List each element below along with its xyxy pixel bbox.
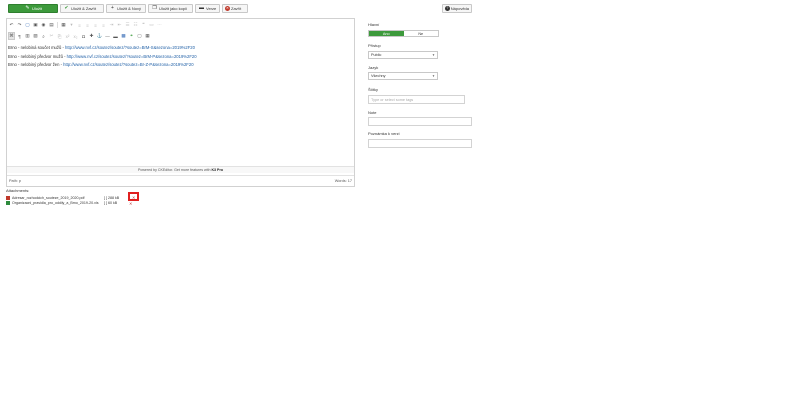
anchor-icon[interactable]: ⚓ bbox=[96, 32, 103, 40]
superscript-icon[interactable]: x² bbox=[64, 32, 71, 40]
attachment-link[interactable]: Organizacni_pravidla_pro_oddily_a_Brno_2… bbox=[12, 201, 104, 205]
status-yes-option[interactable]: Ano bbox=[369, 31, 404, 36]
toolbar-separator bbox=[57, 22, 58, 28]
content-link[interactable]: http://www.nvf.cz/soutez/soutez/?soutez=… bbox=[67, 54, 197, 59]
powered-by-bar: Powered by CKEditor. Get more features w… bbox=[7, 166, 354, 173]
undo-icon[interactable]: ↶ bbox=[8, 21, 15, 29]
main-toolbar: ✎ Uložit ✔ Uložit & Zavřít + Uložit & No… bbox=[6, 4, 472, 13]
save-close-button[interactable]: ✔ Uložit & Zavřít bbox=[60, 4, 104, 13]
list-icon[interactable]: ☰ bbox=[124, 21, 131, 29]
editor-content[interactable]: Brno - nelobiná součet mužů - http://www… bbox=[8, 44, 348, 70]
indent-icon[interactable]: ⇥ bbox=[108, 21, 115, 29]
div-icon[interactable]: ▭ bbox=[148, 21, 155, 29]
save-copy-button[interactable]: ❐ Uložit jako kopii bbox=[148, 4, 193, 13]
help-icon: ? bbox=[445, 5, 450, 11]
copy-icon: ❐ bbox=[152, 5, 157, 11]
justify-icon[interactable]: ≡ bbox=[100, 21, 107, 29]
xls-file-icon bbox=[6, 200, 10, 205]
close-button[interactable]: ✕ Zavřít bbox=[222, 4, 248, 13]
dropdown-icon[interactable]: ▾ bbox=[68, 21, 75, 29]
access-label: Přístup bbox=[368, 43, 381, 48]
status-label: Hlavní bbox=[368, 22, 380, 27]
more-icon[interactable]: ⋯ bbox=[156, 21, 163, 29]
align-left-icon[interactable]: ≡ bbox=[76, 21, 83, 29]
preview-icon[interactable]: ◉ bbox=[40, 21, 47, 29]
iframe-icon[interactable]: ▢ bbox=[136, 32, 143, 40]
save-new-button[interactable]: + Uložit & Nový bbox=[106, 4, 146, 13]
outdent-icon[interactable]: ⇤ bbox=[116, 21, 123, 29]
delete-attachment-button[interactable]: ✕ bbox=[128, 192, 139, 201]
delete-attachment-icon[interactable]: ✕ bbox=[129, 201, 132, 206]
tags-input[interactable]: Type or select some tags bbox=[368, 95, 465, 104]
numbered-list-icon[interactable]: ☷ bbox=[132, 21, 139, 29]
content-link[interactable]: http://www.nvf.cz/soutez/soutez/?soutez=… bbox=[65, 45, 195, 50]
language-label: Jazyk bbox=[368, 65, 379, 70]
find-icon[interactable]: ⌕ bbox=[40, 32, 47, 40]
content-line: Brno - nelobiný předvor mužů - http://ww… bbox=[8, 53, 197, 59]
flash-icon[interactable]: ▬ bbox=[112, 32, 119, 40]
save-icon: ✎ bbox=[25, 5, 30, 11]
rich-text-editor: ↶ ↷ ▢ ▣ ◉ ▤ ▦ ▾ ≡ ≡ ≡ ≡ ⇥ ⇤ ☰ ☷ ❝ ▭ ⋯ ⌘ … bbox=[6, 18, 355, 187]
tags-label: Štítky bbox=[368, 87, 379, 92]
link-icon[interactable]: ⚭ bbox=[128, 32, 135, 40]
editor-toolbar-row-1: ↶ ↷ ▢ ▣ ◉ ▤ ▦ ▾ ≡ ≡ ≡ ≡ ⇥ ⇤ ☰ ☷ ❝ ▭ ⋯ bbox=[8, 20, 163, 30]
versions-button[interactable]: ▬ Verze bbox=[195, 4, 220, 13]
word-count: Words: 17 bbox=[334, 179, 352, 183]
access-select[interactable]: Public ▼ bbox=[368, 51, 438, 59]
align-center-icon[interactable]: ≡ bbox=[84, 21, 91, 29]
note-input[interactable] bbox=[368, 117, 472, 126]
source-icon[interactable]: ⌘ bbox=[8, 32, 15, 40]
picture-icon[interactable]: ▩ bbox=[120, 32, 127, 40]
attachment-size: [ ] 60 kB bbox=[104, 200, 118, 205]
archive-icon: ▬ bbox=[199, 5, 204, 11]
check-icon: ✔ bbox=[64, 5, 69, 11]
note-label: Note bbox=[368, 110, 377, 115]
version-note-label: Poznámka k verzi bbox=[368, 131, 400, 136]
paragraph-icon[interactable]: ¶ bbox=[16, 32, 23, 40]
content-link[interactable]: http://www.nvf.cz/soutez/soutez/?soutez=… bbox=[63, 62, 193, 67]
blockquote-icon[interactable]: ❝ bbox=[140, 21, 147, 29]
chevron-down-icon: ▼ bbox=[432, 74, 435, 78]
status-no-option[interactable]: Ne bbox=[403, 31, 438, 36]
version-note-input[interactable] bbox=[368, 139, 472, 148]
paste-text-icon[interactable]: ▥ bbox=[24, 32, 31, 40]
special-char-icon[interactable]: Ω bbox=[80, 32, 87, 40]
content-line: Brno - nelobiná součet mužů - http://www… bbox=[8, 45, 195, 50]
paste-word-icon[interactable]: ▨ bbox=[32, 32, 39, 40]
align-right-icon[interactable]: ≡ bbox=[92, 21, 99, 29]
cut-icon[interactable]: ✂ bbox=[48, 32, 55, 40]
print-icon[interactable]: ▣ bbox=[32, 21, 39, 29]
close-icon: ✕ bbox=[225, 5, 230, 11]
attachment-size: [ ] 288 kB bbox=[104, 195, 120, 200]
image-icon[interactable]: ▤ bbox=[48, 21, 55, 29]
insert-icon[interactable]: ✚ bbox=[88, 32, 95, 40]
language-select[interactable]: Všechny ▼ bbox=[368, 72, 438, 80]
plus-icon: + bbox=[111, 5, 114, 11]
table-icon[interactable]: ▦ bbox=[60, 21, 67, 29]
delete-icon: ✕ bbox=[132, 195, 136, 200]
path-indicator: Path: p bbox=[9, 179, 22, 183]
subscript-icon[interactable]: x₂ bbox=[72, 32, 79, 40]
copy-format-icon[interactable]: ⎘ bbox=[56, 32, 63, 40]
editor-statusbar: Path: p Words: 17 bbox=[7, 175, 354, 186]
editor-toolbar-row-2: ⌘ ¶ ▥ ▨ ⌕ ✂ ⎘ x² x₂ Ω ✚ ⚓ ― ▬ ▩ ⚭ ▢ ▦ bbox=[8, 31, 151, 41]
maximize-icon[interactable]: ▢ bbox=[24, 21, 31, 29]
attachment-item: Organizacni_pravidla_pro_oddily_a_Brno_2… bbox=[6, 200, 124, 205]
horizontal-line-icon[interactable]: ― bbox=[104, 32, 111, 40]
redo-icon[interactable]: ↷ bbox=[16, 21, 23, 29]
content-line: Brno - nelobiný předvor žen - http://www… bbox=[8, 62, 194, 67]
powered-brand[interactable]: K3 Pro bbox=[211, 168, 223, 172]
save-button[interactable]: ✎ Uložit bbox=[8, 4, 58, 13]
chevron-down-icon: ▼ bbox=[432, 53, 435, 57]
attachment-link[interactable]: Adresar_rozhodcich_souteze_2019_2020.pdf bbox=[12, 196, 104, 200]
attachments-title: Attachments: bbox=[6, 188, 30, 193]
table-insert-icon[interactable]: ▦ bbox=[144, 32, 151, 40]
help-button[interactable]: ? Nápověda bbox=[442, 4, 472, 13]
status-toggle: Ano Ne bbox=[368, 30, 439, 37]
pdf-file-icon bbox=[6, 195, 10, 200]
